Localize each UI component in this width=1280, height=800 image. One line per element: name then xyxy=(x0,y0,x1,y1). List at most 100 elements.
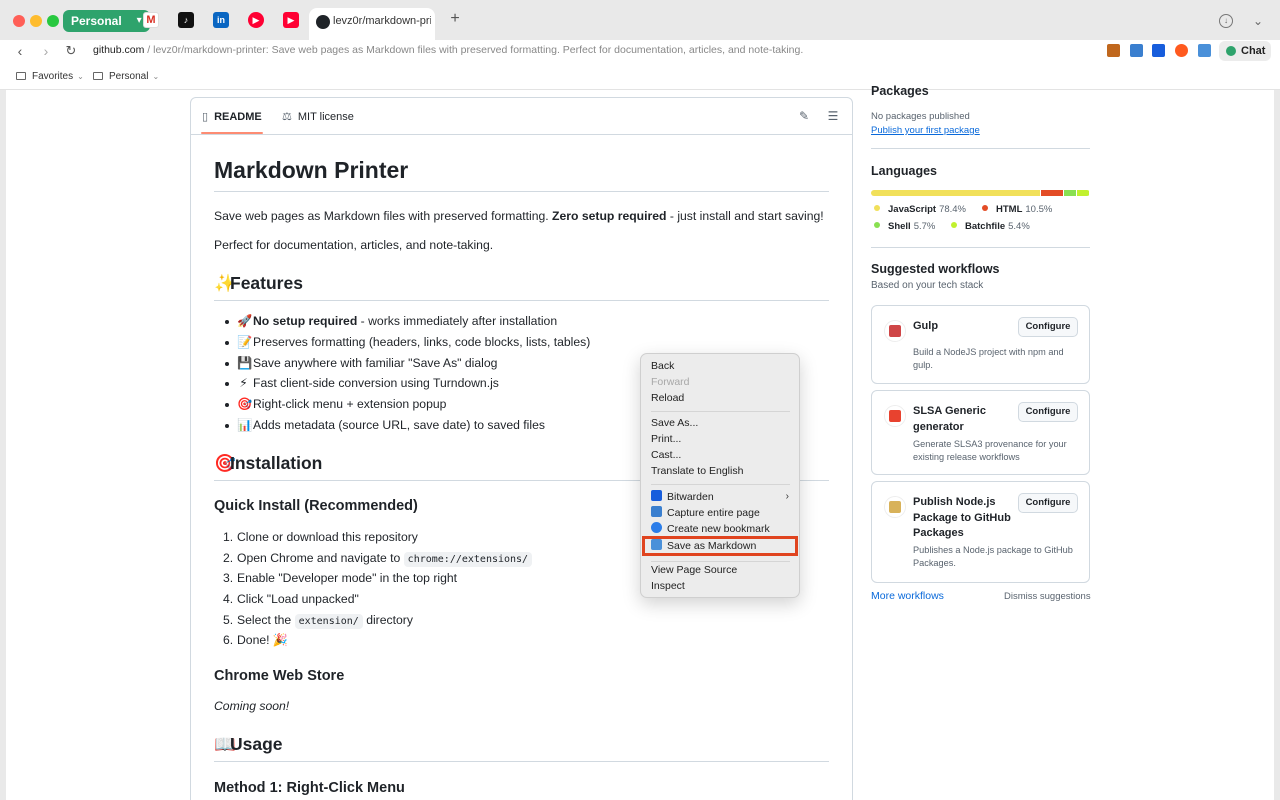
back-arrow-icon[interactable]: ‹ xyxy=(12,43,28,59)
linkedin-icon[interactable]: in xyxy=(213,12,229,28)
menu-item-view-source[interactable]: View Page Source xyxy=(651,564,737,576)
tiktok-icon[interactable]: ♪ xyxy=(178,12,194,28)
install-step: 6. Done! 🎉 xyxy=(223,633,289,647)
step-number: 6. xyxy=(223,633,234,647)
extension-icon-1[interactable] xyxy=(1107,44,1120,57)
heading-text: Usage xyxy=(230,734,283,754)
intro-bold: Zero setup required xyxy=(552,209,667,223)
menu-item-inspect[interactable]: Inspect xyxy=(651,580,685,592)
bullet xyxy=(225,424,229,428)
intro-text-end: - just install and start saving! xyxy=(666,209,824,223)
step-number: 4. xyxy=(223,592,234,606)
menu-item-bookmark[interactable]: Create new bookmark xyxy=(651,522,770,535)
language-name: JavaScript xyxy=(888,204,937,215)
feature-item: 📊Adds metadata (source URL, save date) t… xyxy=(225,418,545,432)
address-bar[interactable]: github.com / levz0r/markdown-printer: Sa… xyxy=(93,44,803,56)
memo-icon: 📝 xyxy=(237,335,253,349)
profile-switcher[interactable]: Personal ▾ xyxy=(63,10,150,32)
menu-item-bitwarden[interactable]: Bitwarden xyxy=(651,490,714,503)
tab-readme[interactable]: ▯ README xyxy=(201,110,263,134)
menu-item-translate[interactable]: Translate to English xyxy=(651,465,743,477)
tab-license[interactable]: ⚖ MIT license xyxy=(282,110,354,123)
packages-text: No packages published xyxy=(871,111,970,122)
book-icon: ▯ xyxy=(202,111,209,123)
folder-icon xyxy=(16,72,26,80)
menu-item-save-as[interactable]: Save As... xyxy=(651,417,698,429)
bookmark-cloud-icon xyxy=(651,522,662,533)
download-icon[interactable]: ↓ xyxy=(1219,14,1233,28)
bitwarden-extension-icon[interactable] xyxy=(1152,44,1165,57)
intro-text: Save web pages as Markdown files with pr… xyxy=(214,209,553,223)
chevron-down-icon: ▾ xyxy=(136,15,142,26)
feature-item: 💾Save anywhere with familiar "Save As" d… xyxy=(225,356,497,370)
extension-icon-2[interactable] xyxy=(1130,44,1143,57)
bar-chart-icon: 📊 xyxy=(237,418,253,432)
chevron-right-icon: › xyxy=(785,491,789,502)
step-text: Clone or download this repository xyxy=(237,530,418,544)
menu-item-reload[interactable]: Reload xyxy=(651,392,684,404)
dismiss-suggestions-link[interactable]: Dismiss suggestions xyxy=(1004,591,1091,602)
menu-separator xyxy=(651,561,790,562)
gmail-icon[interactable]: M xyxy=(143,12,159,28)
readme-title: Markdown Printer xyxy=(214,157,829,192)
url-host: github.com xyxy=(93,44,145,56)
forward-arrow-icon[interactable]: › xyxy=(38,43,54,59)
language-pct: 5.7% xyxy=(913,221,936,232)
bullet xyxy=(225,382,229,386)
feature-item: ⚡ Fast client-side conversion using Turnd… xyxy=(225,376,499,390)
language-html[interactable]: HTML 10.5% xyxy=(982,204,1052,215)
markdown-printer-extension-icon[interactable] xyxy=(1198,44,1211,57)
minimize-window-button[interactable] xyxy=(30,15,42,27)
bullet xyxy=(225,362,229,366)
readme-tabs: ▯ README ⚖ MIT license ✎ ☰ xyxy=(191,98,852,135)
language-shell[interactable]: Shell 5.7% xyxy=(874,221,935,232)
bookmark-folder-personal[interactable]: Personal ⌄ xyxy=(93,71,159,82)
github-icon xyxy=(316,15,330,29)
workflow-card-gulp: Gulp Build a NodeJS project with npm and… xyxy=(871,305,1090,384)
lightning-icon: ⚡ xyxy=(239,376,248,390)
inline-code: extension/ xyxy=(294,614,363,629)
publish-package-link[interactable]: Publish your first package xyxy=(871,125,980,136)
window-frame-right xyxy=(1274,90,1280,800)
step-text-end: directory xyxy=(362,613,413,627)
chat-icon xyxy=(1226,46,1236,56)
bookmark-folder-favorites[interactable]: Favorites ⌄ xyxy=(16,71,84,82)
configure-button[interactable]: Configure xyxy=(1018,402,1078,422)
new-tab-button[interactable]: + xyxy=(447,11,463,27)
divider xyxy=(871,148,1090,149)
youtube-icon[interactable]: ▶ xyxy=(283,12,299,28)
menu-item-cast[interactable]: Cast... xyxy=(651,449,681,461)
close-window-button[interactable] xyxy=(13,15,25,27)
chevron-down-icon: ⌄ xyxy=(152,72,160,81)
pencil-icon[interactable]: ✎ xyxy=(797,109,811,123)
step-text: Done! 🎉 xyxy=(237,633,289,647)
youtube-music-icon[interactable]: ▶ xyxy=(248,12,264,28)
language-dot xyxy=(874,205,880,211)
menu-item-capture[interactable]: Capture entire page xyxy=(651,506,760,519)
maximize-window-button[interactable] xyxy=(47,15,59,27)
chat-button[interactable]: Chat xyxy=(1219,41,1271,61)
language-batchfile[interactable]: Batchfile 5.4% xyxy=(951,221,1030,232)
bookmark-label: Favorites xyxy=(32,71,74,82)
step-text: Select the xyxy=(237,613,295,627)
tab-list-chevron-icon[interactable]: ⌄ xyxy=(1249,12,1267,30)
feature-bold: No setup required xyxy=(253,314,358,328)
install-step: 2. Open Chrome and navigate to chrome://e… xyxy=(223,551,533,567)
feature-text: - works immediately after installation xyxy=(357,314,558,328)
workflow-desc: Publishes a Node.js package to GitHub Pa… xyxy=(913,545,1073,568)
menu-item-back[interactable]: Back xyxy=(651,360,674,372)
configure-button[interactable]: Configure xyxy=(1018,317,1078,337)
language-javascript[interactable]: JavaScript 78.4% xyxy=(874,204,966,215)
extension-icon-4[interactable] xyxy=(1175,44,1188,57)
reload-icon[interactable]: ↻ xyxy=(63,43,79,59)
configure-button[interactable]: Configure xyxy=(1018,493,1078,513)
more-workflows-link[interactable]: More workflows xyxy=(871,590,944,602)
language-dot xyxy=(951,222,957,228)
feature-item: 📝Preserves formatting (headers, links, c… xyxy=(225,335,590,349)
menu-item-print[interactable]: Print... xyxy=(651,433,681,445)
heading-text: Installation xyxy=(230,453,323,473)
active-tab[interactable]: levz0r/markdown-printe xyxy=(309,8,435,40)
language-bar-segment xyxy=(1064,190,1077,196)
outline-list-icon[interactable]: ☰ xyxy=(826,109,840,123)
packages-title: Packages xyxy=(871,84,929,98)
